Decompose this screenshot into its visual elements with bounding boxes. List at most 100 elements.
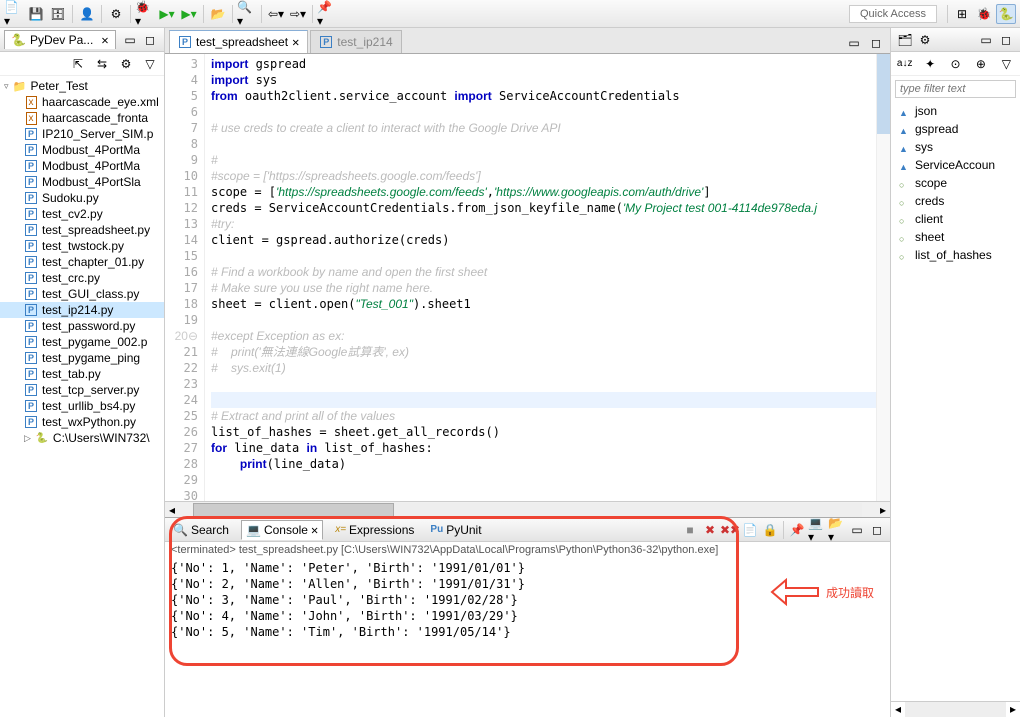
project-root[interactable]: ▿ Peter_Test	[0, 78, 164, 94]
tab-search[interactable]: 🔍Search	[169, 521, 233, 539]
file-C:\Users\WIN732\[interactable]: ▷🐍C:\Users\WIN732\	[0, 430, 164, 446]
outline-creds[interactable]: creds	[891, 192, 1020, 210]
pin-icon[interactable]: 📌▾	[317, 4, 337, 24]
remove-terminated-icon[interactable]: ✖	[701, 521, 719, 539]
file-IP210_Server_SIM.p[interactable]: IP210_Server_SIM.p	[0, 126, 164, 142]
maximize-icon[interactable]: ◻	[140, 30, 160, 50]
open-console-icon[interactable]: 📂▾	[828, 521, 846, 539]
tab-expressions[interactable]: x=Expressions	[331, 521, 418, 539]
minimize-icon[interactable]: ▭	[976, 30, 996, 50]
project-tree[interactable]: ▿ Peter_Test haarcascade_eye.xmlhaarcasc…	[0, 76, 164, 717]
clear-icon[interactable]: 📄	[741, 521, 759, 539]
outline-client[interactable]: client	[891, 210, 1020, 228]
outline-filter-icon[interactable]: ⚙	[915, 30, 935, 50]
run-button[interactable]: ▶▾	[157, 4, 177, 24]
debug-config-icon[interactable]: ⚙	[106, 4, 126, 24]
debug-button[interactable]: 🐞▾	[135, 4, 155, 24]
display-console-icon[interactable]: 💻▾	[808, 521, 826, 539]
outline-ServiceAccoun[interactable]: ServiceAccoun	[891, 156, 1020, 174]
sort-icon[interactable]: a↓z	[895, 54, 914, 74]
save-button[interactable]: 💾	[26, 4, 46, 24]
profile-icon[interactable]: 👤	[77, 4, 97, 24]
outline-scope[interactable]: scope	[891, 174, 1020, 192]
nav-prev-icon[interactable]: ⇦▾	[266, 4, 286, 24]
run-last-button[interactable]: ▶▾	[179, 4, 199, 24]
tab-test-ip214[interactable]: test_ip214	[310, 30, 401, 53]
outline-hscroll[interactable]: ◂ ▸	[891, 701, 1020, 717]
code-editor[interactable]: 3 4 5 6 7 8 9 10 11 12 13 14 15 16 17 18…	[165, 54, 890, 501]
scroll-lock-icon[interactable]: 🔒	[761, 521, 779, 539]
filter-icon[interactable]: ⚙	[116, 54, 136, 74]
python-file-icon	[24, 191, 38, 205]
python-file-icon	[24, 399, 38, 413]
outline-view-icon[interactable]: 🗂	[895, 30, 915, 50]
outline-panel: 🗂 ⚙ ▭ ◻ a↓z ✦ ⊙ ⊕ ▽ jsongspreadsysServic…	[890, 28, 1020, 717]
save-all-button[interactable]: 🗄	[48, 4, 68, 24]
new-dropdown[interactable]: 📄▾	[4, 4, 24, 24]
python-file-icon	[24, 303, 38, 317]
perspective-pydev-icon[interactable]: 🐍	[996, 4, 1016, 24]
tab-pyunit[interactable]: PuPyUnit	[426, 521, 485, 539]
file-test_wxPython.py[interactable]: test_wxPython.py	[0, 414, 164, 430]
hide-nonpublic-icon[interactable]: ⊙	[946, 54, 965, 74]
collapse-all-icon[interactable]: ⇱	[68, 54, 88, 74]
close-icon[interactable]: ✕	[101, 33, 108, 47]
minimize-icon[interactable]: ▭	[844, 33, 864, 53]
min-icon[interactable]: ▭	[848, 521, 866, 539]
file-test_tab.py[interactable]: test_tab.py	[0, 366, 164, 382]
file-test_crc.py[interactable]: test_crc.py	[0, 270, 164, 286]
code-area[interactable]: import gspread import sys from oauth2cli…	[205, 54, 876, 501]
file-test_password.py[interactable]: test_password.py	[0, 318, 164, 334]
outline-sys[interactable]: sys	[891, 138, 1020, 156]
view-menu-icon[interactable]: ▽	[997, 54, 1016, 74]
python-file-icon	[24, 335, 38, 349]
file-test_chapter_01.py[interactable]: test_chapter_01.py	[0, 254, 164, 270]
file-Modbust_4PortMa[interactable]: Modbust_4PortMa	[0, 158, 164, 174]
perspective-open-icon[interactable]: ⊞	[952, 4, 972, 24]
outline-json[interactable]: json	[891, 102, 1020, 120]
pin-console-icon[interactable]: 📌	[788, 521, 806, 539]
file-test_urllib_bs4.py[interactable]: test_urllib_bs4.py	[0, 398, 164, 414]
open-type-icon[interactable]: 📂	[208, 4, 228, 24]
perspective-debug-icon[interactable]: 🐞	[974, 4, 994, 24]
folder-icon	[13, 79, 27, 93]
file-Modbust_4PortSla[interactable]: Modbust_4PortSla	[0, 174, 164, 190]
file-test_ip214.py[interactable]: test_ip214.py	[0, 302, 164, 318]
maximize-icon[interactable]: ◻	[996, 30, 1016, 50]
minimize-icon[interactable]: ▭	[120, 30, 140, 50]
close-icon[interactable]: ✕	[292, 35, 299, 49]
maximize-icon[interactable]: ◻	[866, 33, 886, 53]
nav-next-icon[interactable]: ⇨▾	[288, 4, 308, 24]
remove-all-icon[interactable]: ✖✖	[721, 521, 739, 539]
outline-gspread[interactable]: gspread	[891, 120, 1020, 138]
package-explorer-tab[interactable]: 🐍 PyDev Pa... ✕	[4, 30, 116, 49]
tab-test-spreadsheet[interactable]: test_spreadsheet ✕	[169, 30, 308, 53]
editor-hscroll[interactable]: ◂ ▸	[165, 501, 890, 517]
hide-fields-icon[interactable]: ✦	[920, 54, 939, 74]
file-test_twstock.py[interactable]: test_twstock.py	[0, 238, 164, 254]
quick-access-input[interactable]: Quick Access	[849, 5, 937, 23]
overview-ruler[interactable]	[876, 54, 890, 501]
file-test_pygame_ping[interactable]: test_pygame_ping	[0, 350, 164, 366]
outline-tree[interactable]: jsongspreadsysServiceAccounscopecredscli…	[891, 102, 1020, 701]
outline-sheet[interactable]: sheet	[891, 228, 1020, 246]
file-Modbust_4PortMa[interactable]: Modbust_4PortMa	[0, 142, 164, 158]
outline-filter-input[interactable]	[895, 80, 1016, 98]
close-icon[interactable]: ✕	[311, 523, 318, 537]
file-haarcascade_eye.xml[interactable]: haarcascade_eye.xml	[0, 94, 164, 110]
view-menu-icon[interactable]: ▽	[140, 54, 160, 74]
search-icon[interactable]: 🔍▾	[237, 4, 257, 24]
file-haarcascade_fronta[interactable]: haarcascade_fronta	[0, 110, 164, 126]
outline-list_of_hashes[interactable]: list_of_hashes	[891, 246, 1020, 264]
file-test_cv2.py[interactable]: test_cv2.py	[0, 206, 164, 222]
file-test_pygame_002.p[interactable]: test_pygame_002.p	[0, 334, 164, 350]
max-icon[interactable]: ◻	[868, 521, 886, 539]
file-test_GUI_class.py[interactable]: test_GUI_class.py	[0, 286, 164, 302]
tab-console[interactable]: 💻Console ✕	[241, 520, 323, 540]
file-test_spreadsheet.py[interactable]: test_spreadsheet.py	[0, 222, 164, 238]
link-editor-icon[interactable]: ⇆	[92, 54, 112, 74]
file-Sudoku.py[interactable]: Sudoku.py	[0, 190, 164, 206]
file-test_tcp_server.py[interactable]: test_tcp_server.py	[0, 382, 164, 398]
terminate-icon[interactable]: ■	[681, 521, 699, 539]
hide-static-icon[interactable]: ⊕	[971, 54, 990, 74]
